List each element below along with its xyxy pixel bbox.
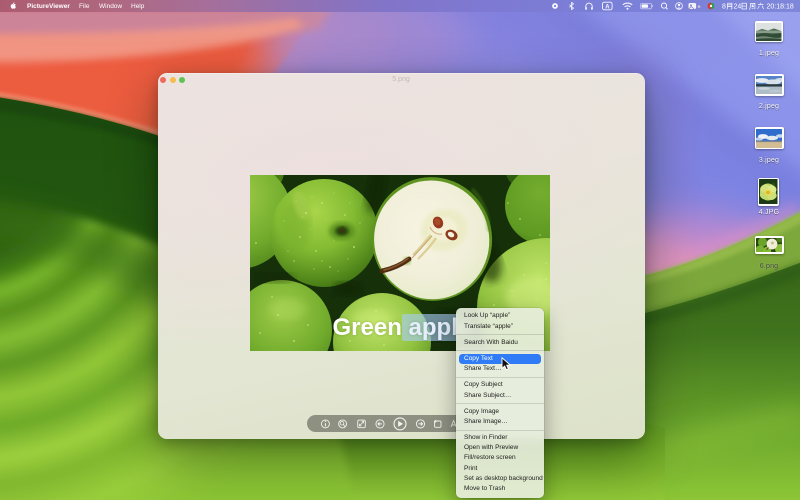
svg-text:Window: Window [99, 3, 122, 10]
svg-text:Help: Help [131, 3, 145, 10]
svg-text:A: A [605, 5, 610, 11]
svg-text:File: File [79, 3, 90, 10]
svg-text:20:18:18: 20:18:18 [767, 4, 794, 11]
svg-text:PictureViewer: PictureViewer [27, 3, 70, 10]
svg-text:24: 24 [734, 4, 742, 11]
svg-text:8: 8 [722, 4, 726, 11]
